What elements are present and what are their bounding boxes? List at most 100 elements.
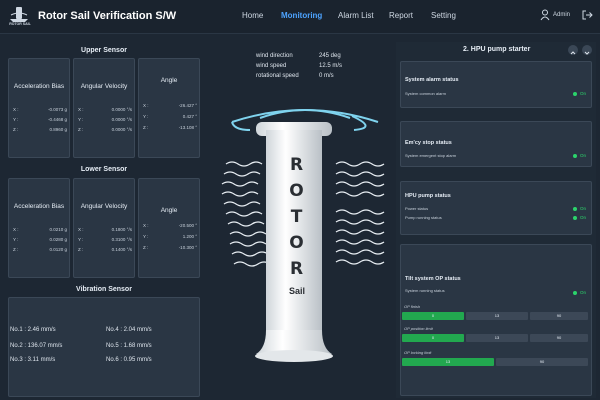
axis-label: Y : bbox=[13, 117, 19, 122]
card-title: Tilt system OP status bbox=[405, 276, 461, 282]
rotation-arrow bbox=[231, 121, 251, 131]
sensor-value: 0.8960 g bbox=[49, 127, 67, 132]
sensor-value: -0.0073 g bbox=[47, 107, 67, 112]
rotor-letter: T bbox=[290, 207, 304, 227]
card-title: HPU pump status bbox=[405, 193, 451, 199]
sensor-value: -13.108 ° bbox=[178, 125, 197, 130]
card-title: System alarm status bbox=[405, 77, 459, 83]
op-finish-bar: 13 bbox=[466, 312, 528, 320]
op-position-bar: 13 bbox=[466, 334, 528, 342]
user-label: Admin bbox=[553, 12, 571, 18]
sensor-value: -0.4468 g bbox=[47, 117, 67, 122]
vibration-item: No.4 : 2.04 mm/s bbox=[106, 327, 152, 333]
axis-label: Y : bbox=[78, 117, 84, 122]
wind-waves-left bbox=[221, 161, 271, 267]
wind-speed-label: wind speed bbox=[256, 63, 287, 69]
lower-angular-card: Angular Velocity X : 0.1800 °/s Y : 0.3100… bbox=[73, 178, 135, 278]
wind-speed-value: 12.5 m/s bbox=[319, 63, 343, 69]
rotation-arrow bbox=[231, 109, 379, 123]
sensor-value: 0.0280 g bbox=[49, 237, 67, 242]
user-icon[interactable] bbox=[540, 9, 550, 21]
nav-report[interactable]: Report bbox=[389, 11, 413, 20]
axis-label: Z : bbox=[78, 127, 84, 132]
op-locking-label: OP locking limit bbox=[404, 350, 432, 355]
rotation-arrow bbox=[259, 109, 351, 119]
lower-angle-card: Angle X : -20.500 ° Y : 1.200 ° Z : -10.300… bbox=[138, 178, 200, 278]
rotor-letter: R bbox=[289, 259, 305, 279]
vibration-item: No.3 : 3.11 mm/s bbox=[10, 357, 56, 363]
card-title: Angle bbox=[160, 77, 178, 84]
nav-monitoring[interactable]: Monitoring bbox=[281, 11, 322, 20]
hpu-title: 2. HPU pump starter bbox=[463, 46, 531, 53]
chevron-up-icon[interactable] bbox=[568, 45, 578, 55]
upper-angle-card: Angle X : -26.427 ° Y : 0.427 ° Z : -13.108… bbox=[138, 58, 200, 158]
rotor-letter: O bbox=[289, 181, 305, 201]
op-finish-label: OP finish bbox=[404, 304, 421, 309]
nav-home[interactable]: Home bbox=[242, 11, 263, 20]
wind-direction-label: wind direction bbox=[256, 53, 293, 59]
app-title: Rotor Sail Verification S/W bbox=[38, 10, 177, 22]
status-row: Pump running status bbox=[405, 215, 587, 220]
sensor-value: 0.427 ° bbox=[182, 114, 197, 119]
vibration-item: No.2 : 136.07 mm/s bbox=[10, 343, 63, 349]
sensor-value: 0.1400 °/s bbox=[111, 247, 132, 252]
sensor-value: 1.200 ° bbox=[182, 234, 197, 239]
op-position-bar: 90 bbox=[530, 334, 588, 342]
axis-label: X : bbox=[13, 107, 19, 112]
axis-label: Y : bbox=[78, 237, 84, 242]
card-title: Em'cy stop status bbox=[405, 140, 452, 146]
card-title: Angle bbox=[160, 207, 178, 214]
axis-label: Z : bbox=[143, 125, 149, 130]
nav-alarm-list[interactable]: Alarm List bbox=[338, 11, 374, 20]
sensor-value: -10.300 ° bbox=[178, 245, 197, 250]
op-locking-bar: 90 bbox=[496, 358, 588, 366]
sensor-value: 0.0000 °/s bbox=[111, 117, 132, 122]
status-dot bbox=[573, 291, 577, 295]
upper-accel-card: Acceleration Bias X : -0.0073 g Y : -0.446… bbox=[8, 58, 70, 158]
sensor-value: 0.0000 °/s bbox=[111, 107, 132, 112]
sensor-value: 0.3100 °/s bbox=[111, 237, 132, 242]
op-position-bar: 0 bbox=[402, 334, 464, 342]
axis-label: Y : bbox=[13, 237, 19, 242]
nav-setting[interactable]: Setting bbox=[431, 11, 456, 20]
logout-icon[interactable] bbox=[581, 9, 593, 21]
wind-waves-right bbox=[335, 161, 385, 265]
lower-accel-card: Acceleration Bias X : 0.0210 g Y : 0.0280 … bbox=[8, 178, 70, 278]
card-title: Acceleration Bias bbox=[13, 203, 65, 210]
axis-label: Z : bbox=[78, 247, 84, 252]
status-on: On bbox=[580, 153, 587, 158]
axis-label: X : bbox=[143, 103, 149, 108]
status-label: System running status bbox=[405, 288, 445, 293]
axis-label: X : bbox=[143, 223, 149, 228]
lower-sensor-title: Lower Sensor bbox=[80, 166, 128, 173]
axis-label: Y : bbox=[143, 234, 149, 239]
axis-label: Y : bbox=[143, 114, 149, 119]
status-row: System running status bbox=[405, 288, 587, 293]
rotor-label: R O T O R bbox=[284, 152, 310, 282]
rotational-speed-label: rotational speed bbox=[256, 73, 299, 79]
card-title: Acceleration Bias bbox=[13, 83, 65, 90]
axis-label: X : bbox=[13, 227, 19, 232]
status-row: System emergent stop alarm bbox=[405, 153, 587, 158]
status-dot bbox=[573, 216, 577, 220]
status-row: System common alarm bbox=[405, 91, 587, 96]
hpu-pump-card: HPU pump status Power status On Pump run… bbox=[400, 181, 592, 235]
status-row: Power status bbox=[405, 206, 587, 211]
status-dot bbox=[573, 154, 577, 158]
upper-sensor-title: Upper Sensor bbox=[81, 47, 127, 54]
system-alarm-card: System alarm status System common alarm … bbox=[400, 61, 592, 108]
axis-label: X : bbox=[78, 227, 84, 232]
axis-label: X : bbox=[78, 107, 84, 112]
op-finish-bar: 90 bbox=[530, 312, 588, 320]
sail-label: Sail bbox=[288, 286, 305, 296]
top-bar: ROTOR SAIL Rotor Sail Verification S/W H… bbox=[0, 0, 600, 34]
sensor-value: -20.500 ° bbox=[178, 223, 197, 228]
status-on: On bbox=[580, 290, 587, 295]
sensor-value: 0.0120 g bbox=[49, 247, 67, 252]
sensor-value: 0.0000 °/s bbox=[111, 127, 132, 132]
tilt-system-card: Tilt system OP status System running sta… bbox=[400, 244, 592, 396]
rotor-letter: O bbox=[289, 233, 305, 253]
axis-label: Z : bbox=[13, 247, 19, 252]
status-label: Power status bbox=[405, 206, 429, 211]
chevron-down-icon[interactable] bbox=[582, 45, 592, 55]
